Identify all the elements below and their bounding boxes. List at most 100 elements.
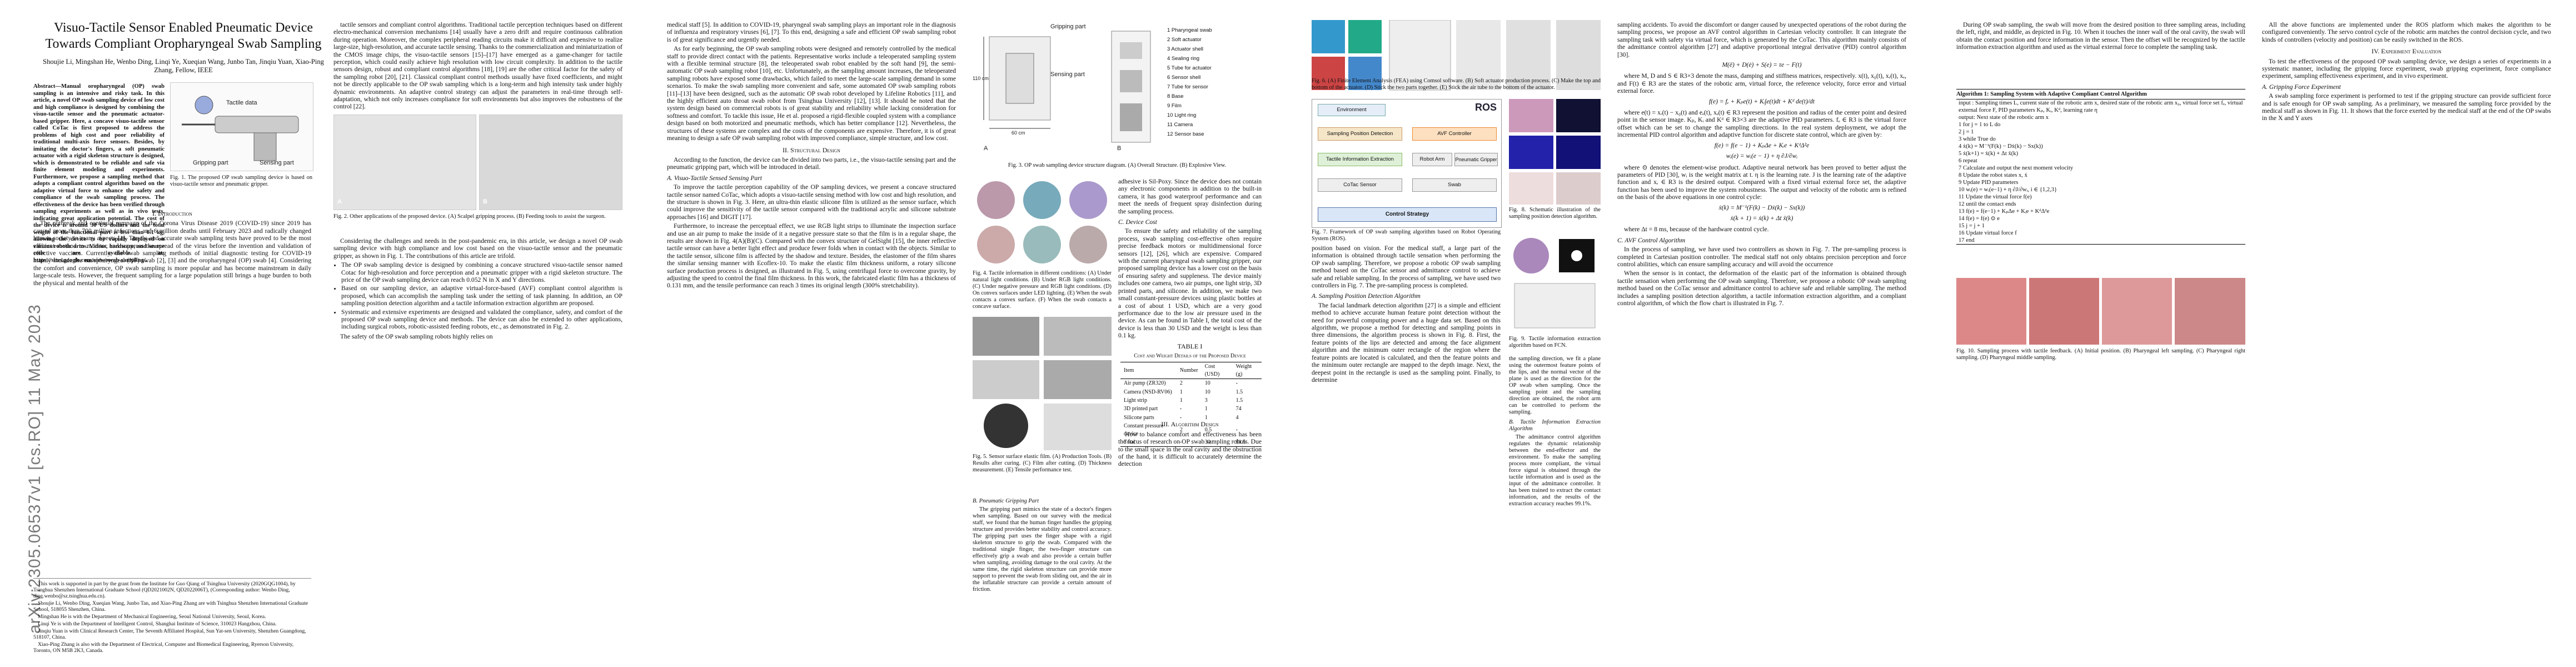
part-label: 4 Sealing ring — [1167, 56, 1200, 62]
algorithm-line: 12 until the contact ends — [1959, 201, 2016, 207]
algorithm-line: 10 wᵢ(e) = wᵢ(e−1) + η ∂J/∂wᵢ, i ∈ {1,2,… — [1959, 187, 2057, 193]
equation-1: M(ë) + D(ė) + S(e) = τe − F(t) — [1722, 62, 1802, 69]
algorithm-line: 2 j = 1 — [1959, 129, 1974, 135]
table-cell: 2 — [1179, 426, 1183, 433]
paragraph: the sampling direction, we fit a plane u… — [1509, 356, 1601, 415]
table-cell: 10 — [1204, 380, 1210, 387]
paragraph: As for early beginning, the OP swab samp… — [667, 45, 956, 142]
column-header: Weight (g) — [1235, 364, 1252, 377]
figure-9-caption: Fig. 9. Tactile information extraction a… — [1509, 336, 1601, 349]
paragraph: sampling accidents. To avoid the discomf… — [1617, 21, 1906, 58]
table-cell: Light strip — [1124, 397, 1147, 404]
table-subtitle: Cost and Weight Details of the Proposed … — [1134, 352, 1246, 359]
algorithm-1: Algorithm 1: Sampling System with Adapti… — [1956, 89, 2245, 245]
figure-2-block: A B Fig. 2. Other applications of the pr… — [333, 112, 622, 237]
label-a: A — [984, 145, 988, 152]
subsection-heading: A. Sampling Position Detection Algorithm — [1312, 292, 1421, 300]
section-introduction-heading: I. Introduction — [152, 210, 192, 217]
column-header: Number — [1179, 367, 1198, 374]
tactile-images-grid — [977, 181, 1107, 263]
label-a: A — [337, 198, 342, 206]
algorithm-line: 15 j = j + 1 — [1959, 223, 1985, 229]
part-label: 12 Sensor base — [1167, 131, 1204, 137]
algorithm-line: 6 repeat — [1959, 158, 1977, 164]
paragraph: where M, D and S ∈ R3×3 denote the mass,… — [1617, 72, 1906, 95]
sampling-process-images — [1956, 278, 2245, 345]
subsection-heading: B. Tactile Information Extraction Algori… — [1509, 419, 1601, 432]
table-cell: 2 — [1179, 380, 1183, 387]
footnote: Shoujie Li, Wenbo Ding, Xueqian Wang, Ju… — [33, 600, 308, 613]
label-b: B — [1117, 145, 1122, 152]
flow-box: Environment — [1318, 104, 1386, 116]
label-tactile-data: Tactile data — [226, 99, 257, 106]
algorithm-line: 14 f(e) = f(e) ⊙ e — [1959, 216, 2000, 222]
table-cell: - — [1179, 406, 1182, 412]
cost-weight-table: Item Number Cost (USD) Weight (g) Air pu… — [1120, 362, 1262, 447]
part-label: 1 Pharyngeal swab — [1167, 27, 1212, 33]
page3-column-1-lower: the sampling direction, we fit a plane u… — [1509, 356, 1601, 509]
table-cell: 3D printed part — [1124, 406, 1158, 412]
table-cell: 3 — [1204, 397, 1208, 404]
contribution-list: The OP swab sampling device is designed … — [341, 261, 622, 331]
flow-box: AVF Controller — [1412, 127, 1497, 141]
paragraph: where Δt = 8 ms, because of the hardware… — [1624, 226, 1769, 233]
paragraph: According to the function, the device ca… — [667, 156, 956, 171]
page-2: medical staff [5]. In addition to COVID-… — [645, 0, 1287, 667]
paragraph: The outbreak and continual rampage of th… — [33, 220, 311, 287]
authors: Shoujie Li, Mingshan He, Wenbo Ding, Lin… — [43, 58, 324, 74]
figure-4-caption: Fig. 4. Tactile information in different… — [973, 270, 1112, 310]
part-label: 11 Camera — [1167, 122, 1193, 128]
table-cell: 10 — [1204, 389, 1210, 395]
equation-6: ẋ(k + 1) = ẋ(k) + Δt ẍ(k) — [1730, 215, 1793, 222]
paragraph: where e(t) = xᵣ(t) − x₀(t) and eₑ(t), xₑ… — [1617, 109, 1906, 139]
paragraph: The admittance control algorithm regulat… — [1509, 434, 1601, 507]
figure-7-caption: Fig. 7. Framework of OP swab sampling al… — [1312, 229, 1501, 242]
subsection-heading: A. Visuo-Tactile Sensed Sensing Part — [667, 174, 762, 182]
subsection-heading: A. Gripping Force Experiment — [2262, 83, 2341, 91]
list-item: Based on our sampling device, an adaptiv… — [341, 285, 622, 307]
list-item: Systematic and extensive experiments are… — [341, 308, 622, 331]
table-cell: 1.5 — [1235, 389, 1243, 395]
figure-1: Tactile data Gripping part Sensing part — [170, 82, 313, 171]
device-illustration — [171, 83, 313, 171]
algorithm-lines: input : Sampling times L, current state … — [1956, 99, 2245, 244]
page-1: Visuo-Tactile Sensor Enabled Pneumatic D… — [0, 0, 642, 667]
parts-list: 1 Pharyngeal swab 2 Soft actuator 3 Actu… — [1167, 26, 1212, 139]
page3-column-1: position based on vision. For the medica… — [1312, 245, 1501, 385]
table-cell: 74 — [1235, 406, 1242, 412]
table-cell: 1 — [1179, 397, 1183, 404]
paragraph: The safety of the OP swab sampling robot… — [340, 332, 493, 340]
table-cell: 0.5 — [1204, 426, 1212, 433]
algorithm-title: Algorithm 1: Sampling System with Adapti… — [1956, 89, 2245, 99]
table-header-row: Item Number Cost (USD) Weight (g) — [1120, 362, 1262, 379]
paragraph: The facial landmark detection algorithm … — [1312, 301, 1501, 384]
equation-4: wᵢ(e) = wᵢ(e − 1) + η ∂J/∂wᵢ — [1726, 153, 1798, 160]
table-cell: Camera (NSD-RV06) — [1124, 389, 1172, 395]
algorithm-line: 17 end — [1959, 237, 1975, 243]
paragraph: During OP swab sampling, the swab will m… — [1956, 21, 2245, 51]
figure-4 — [973, 178, 1112, 267]
algorithm-line: 13 f(e) = f(e−1) + KₚΔe + Kᵢe + KᵈΔ²e — [1959, 208, 2050, 215]
elastic-film-photos — [973, 317, 1112, 450]
equation-2: f(e) = fₑ + Kₚe(t) + Kᵢ∫e(t)dt + Kᵈ de(t… — [1709, 98, 1815, 105]
page1-column-2: tactile sensors and compliant control al… — [333, 21, 622, 342]
figure-9 — [1509, 233, 1601, 334]
figure-8-caption: Fig. 8. Schematic illustration of the sa… — [1509, 207, 1601, 220]
table-row: Camera (NSD-RV06) 1 10 1.5 — [1120, 388, 1262, 396]
page2-column-2-lower: B. Pneumatic Gripping Part The gripping … — [973, 495, 1112, 595]
paragraph: The gripping part mimics the state of a … — [973, 506, 1112, 593]
section-experiment-heading: IV. Experiment Evaluation — [2371, 47, 2442, 56]
paragraph: All the above functions are implemented … — [2262, 21, 2551, 43]
page3-column-2: sampling accidents. To avoid the discomf… — [1617, 21, 1906, 308]
paragraph: To ensure the safety and reliability of … — [1118, 227, 1262, 340]
table-cell: - — [1179, 439, 1182, 445]
figure-1-caption: Fig. 1. The proposed OP swab sampling de… — [170, 175, 312, 187]
paragraph: tactile sensors and compliant control al… — [333, 21, 622, 111]
table-cell: - — [1235, 426, 1238, 433]
page1-column-1-body: I. Introduction The outbreak and continu… — [33, 206, 311, 288]
part-label: 10 Light ring — [1167, 112, 1197, 118]
subsection-heading: C. Device Cost — [1118, 218, 1157, 226]
paragraph: Furthermore, to increase the perceptual … — [667, 222, 956, 290]
label-sensing-part: Sensing part — [260, 160, 294, 166]
figure-5-caption: Fig. 5. Sensor surface elastic film. (A)… — [973, 454, 1112, 473]
